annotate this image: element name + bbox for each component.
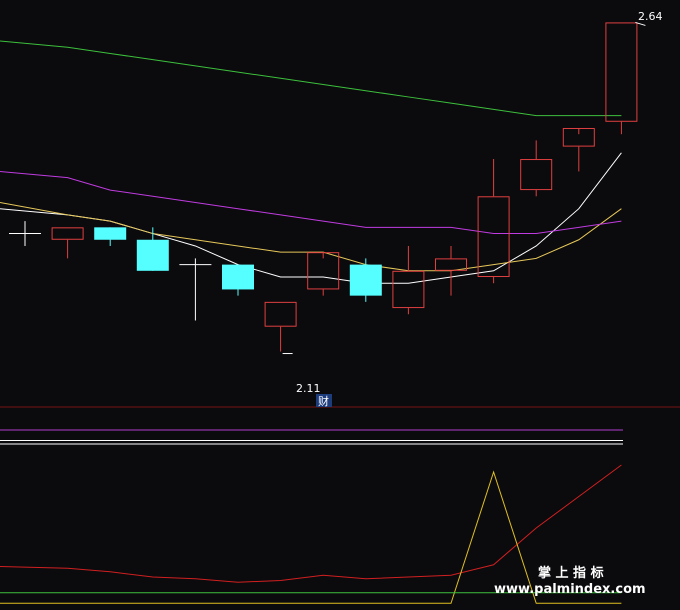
high-label-text: 2.64	[638, 10, 663, 23]
high-label: 2.64	[638, 10, 663, 23]
candle-8	[349, 258, 382, 302]
candle-body	[349, 264, 382, 296]
stock-chart: 2.64 2.11 财 掌 上 指 标 www.palmindex.com	[0, 0, 680, 610]
event-marker: 财	[316, 394, 332, 408]
watermark-line2: www.palmindex.com	[494, 582, 646, 597]
candle-body	[94, 227, 127, 240]
event-marker-text: 财	[318, 394, 329, 408]
candle-body	[222, 264, 254, 290]
chart-background	[0, 0, 680, 610]
candle-body	[136, 239, 169, 271]
low-label: 2.11	[296, 382, 321, 395]
watermark-line1: 掌 上 指 标	[538, 565, 604, 581]
low-label-text: 2.11	[296, 382, 321, 395]
